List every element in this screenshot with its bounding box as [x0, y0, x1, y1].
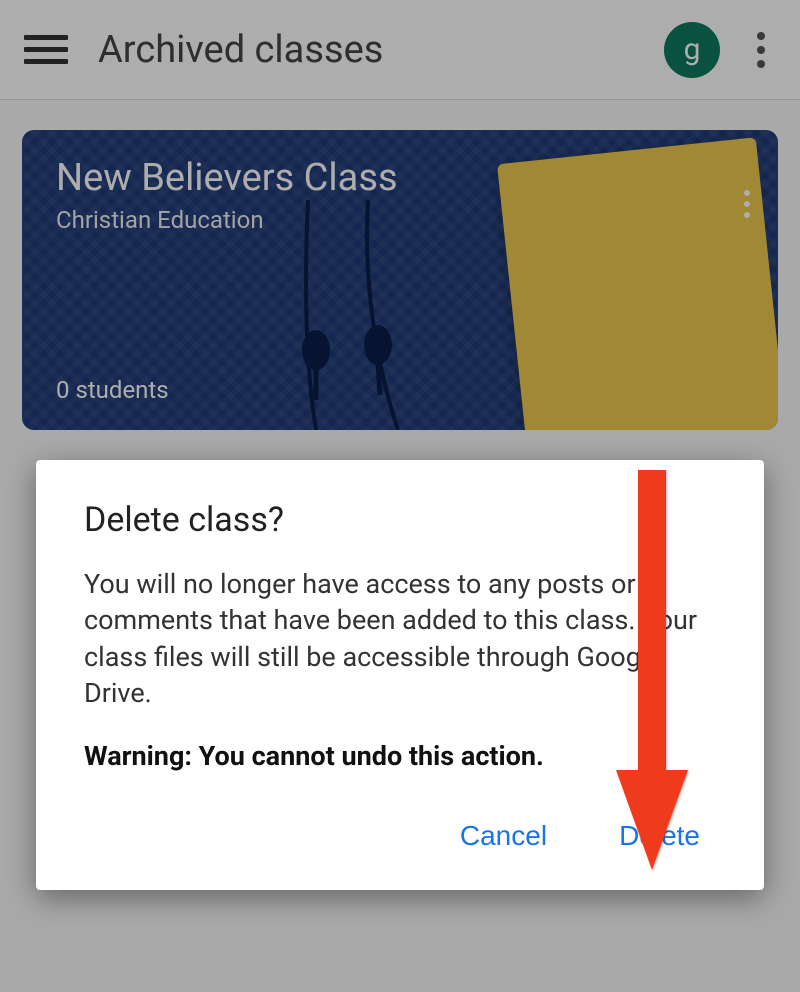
page-title: Archived classes: [98, 28, 664, 72]
overflow-menu-icon[interactable]: [746, 32, 776, 68]
dialog-warning: Warning: You cannot undo this action.: [84, 740, 716, 772]
dialog-title: Delete class?: [84, 500, 716, 540]
class-card[interactable]: New Believers Class Christian Education …: [22, 130, 778, 430]
delete-button[interactable]: Delete: [613, 812, 706, 860]
card-overflow-icon[interactable]: [744, 190, 750, 218]
dialog-body: You will no longer have access to any po…: [84, 566, 716, 712]
dialog-actions: Cancel Delete: [84, 812, 716, 860]
topbar: Archived classes g: [0, 0, 800, 100]
folder-graphic: [497, 137, 778, 430]
cancel-button[interactable]: Cancel: [454, 812, 553, 860]
class-subtitle: Christian Education: [56, 206, 744, 234]
avatar[interactable]: g: [664, 22, 720, 78]
delete-dialog: Delete class? You will no longer have ac…: [36, 460, 764, 890]
menu-icon[interactable]: [24, 28, 68, 72]
